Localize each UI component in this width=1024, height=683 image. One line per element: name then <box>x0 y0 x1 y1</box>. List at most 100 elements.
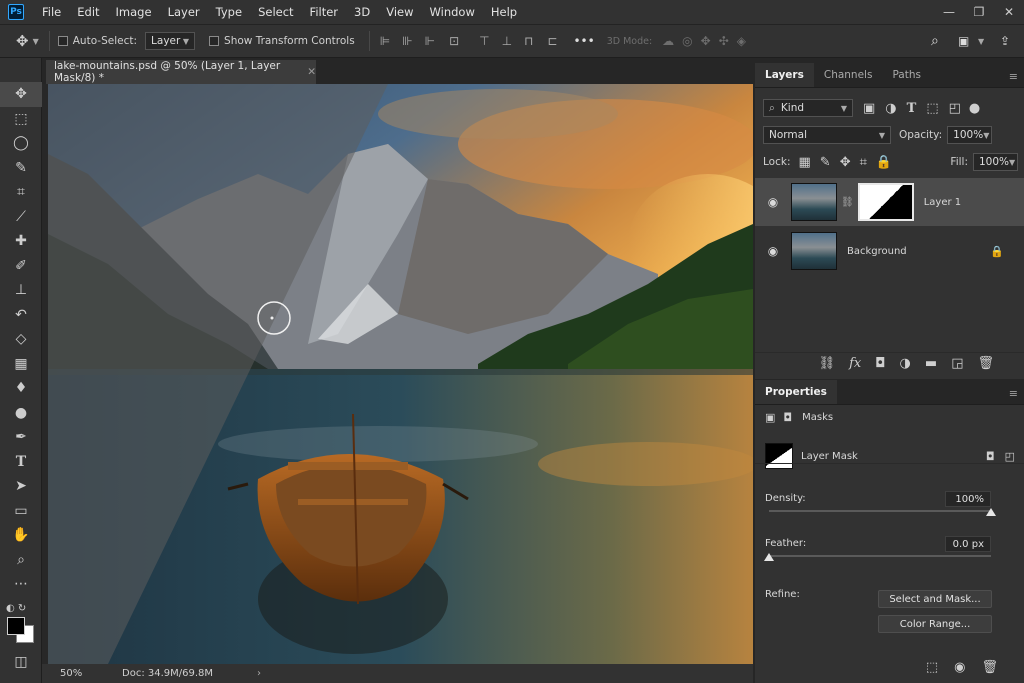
layer-mask-thumbnail[interactable] <box>857 183 914 221</box>
adjustment-layer-icon[interactable]: ◑ <box>900 356 911 371</box>
chevron-down-icon[interactable]: ▼ <box>978 37 984 46</box>
color-range-button[interactable]: Color Range... <box>878 615 992 633</box>
menu-filter[interactable]: Filter <box>302 5 346 19</box>
feather-slider-track[interactable] <box>769 555 991 557</box>
scale-3d-icon[interactable]: ◈ <box>737 34 746 48</box>
align-bottom-icon[interactable]: ⊓ <box>524 34 533 48</box>
select-pixel-mask-icon[interactable]: ◘ <box>986 450 995 463</box>
add-mask-icon[interactable]: ◘ <box>875 356 885 371</box>
marquee-tool-icon[interactable]: ⬚ <box>0 107 42 132</box>
menu-layer[interactable]: Layer <box>160 5 208 19</box>
pen-tool-icon[interactable]: ✒ <box>0 425 42 450</box>
select-and-mask-button[interactable]: Select and Mask... <box>878 590 992 608</box>
eyedropper-tool-icon[interactable]: ⟋ <box>0 205 42 230</box>
new-layer-icon[interactable]: ◲ <box>951 356 963 371</box>
image-filter-icon[interactable]: ▣ <box>863 101 875 116</box>
align-left-icon[interactable]: ⊫ <box>380 34 390 48</box>
pixel-mask-icon[interactable]: ▣ <box>765 411 775 424</box>
menu-select[interactable]: Select <box>250 5 301 19</box>
chevron-down-icon[interactable]: ▼ <box>33 37 39 46</box>
panel-menu-icon[interactable]: ≡ <box>1009 70 1018 83</box>
foreground-color-swatch[interactable] <box>7 617 25 635</box>
tab-channels[interactable]: Channels <box>814 63 883 87</box>
distribute-vertical-icon[interactable]: ⊏ <box>547 34 557 48</box>
add-vector-mask-icon[interactable]: ◰ <box>1005 450 1015 463</box>
lock-artboard-icon[interactable]: ⌗ <box>860 155 867 170</box>
chain-link-icon[interactable]: ⛓ <box>841 197 854 208</box>
shape-filter-icon[interactable]: ⬚ <box>926 101 938 116</box>
menu-edit[interactable]: Edit <box>69 5 107 19</box>
lock-all-icon[interactable]: 🔒 <box>876 155 892 170</box>
delete-layer-icon[interactable]: 🗑 <box>977 356 994 371</box>
history-brush-tool-icon[interactable]: ↶ <box>0 303 42 328</box>
minimize-button[interactable]: — <box>934 0 964 24</box>
quick-mask-icon[interactable]: ◫ <box>0 650 42 675</box>
smart-object-filter-icon[interactable]: ◰ <box>949 101 961 116</box>
gradient-tool-icon[interactable]: ▦ <box>0 352 42 377</box>
layer-style-icon[interactable]: fx <box>849 356 861 371</box>
feather-slider-handle[interactable] <box>764 553 774 561</box>
type-filter-icon[interactable]: T <box>907 101 917 116</box>
dodge-tool-icon[interactable]: ● <box>0 401 42 426</box>
load-selection-icon[interactable]: ⬚ <box>926 660 938 675</box>
roll-3d-icon[interactable]: ◎ <box>682 34 692 48</box>
visibility-eye-icon[interactable]: ◉ <box>765 195 781 209</box>
type-tool-icon[interactable]: T <box>0 450 42 475</box>
opacity-field[interactable]: 100% ▼ <box>947 126 993 144</box>
rectangle-tool-icon[interactable]: ▭ <box>0 499 42 524</box>
menu-window[interactable]: Window <box>422 5 483 19</box>
background-layer-name[interactable]: Background <box>847 246 907 257</box>
image-canvas[interactable] <box>48 84 753 664</box>
align-center-icon[interactable]: ⊪ <box>402 34 412 48</box>
feather-field[interactable]: 0.0 px <box>945 536 991 552</box>
edit-toolbar-icon[interactable]: ⋯ <box>0 572 42 597</box>
more-options-icon[interactable]: ••• <box>573 34 594 48</box>
fill-field[interactable]: 100% ▼ <box>973 153 1018 171</box>
chevron-right-icon[interactable]: › <box>257 668 261 679</box>
menu-view[interactable]: View <box>378 5 421 19</box>
share-icon[interactable]: ⇪ <box>1000 34 1010 48</box>
menu-type[interactable]: Type <box>208 5 250 19</box>
visibility-eye-icon[interactable]: ◉ <box>765 244 781 258</box>
vector-mask-icon[interactable]: ◘ <box>783 411 792 424</box>
blur-tool-icon[interactable]: ♦ <box>0 376 42 401</box>
menu-3d[interactable]: 3D <box>346 5 378 19</box>
zoom-level[interactable]: 50% <box>60 668 110 679</box>
layer-row-background[interactable]: ◉ Background 🔒 <box>755 227 1024 275</box>
lock-transparency-icon[interactable]: ▦ <box>798 155 810 170</box>
layer-1-name[interactable]: Layer 1 <box>924 197 961 208</box>
clone-stamp-tool-icon[interactable]: ⊥ <box>0 278 42 303</box>
filter-kind-dropdown[interactable]: ⌕ Kind ▼ <box>763 99 853 117</box>
document-tab[interactable]: lake-mountains.psd @ 50% (Layer 1, Layer… <box>46 60 316 84</box>
align-top-icon[interactable]: ⊤ <box>479 34 489 48</box>
link-layers-icon[interactable]: ⛓ <box>819 356 836 371</box>
move-tool-icon[interactable]: ✥ <box>0 82 42 107</box>
menu-help[interactable]: Help <box>483 5 525 19</box>
transform-controls-checkbox[interactable] <box>209 36 220 46</box>
quick-select-tool-icon[interactable]: ✎ <box>0 156 42 181</box>
auto-select-checkbox[interactable] <box>57 36 68 46</box>
align-middle-icon[interactable]: ⊥ <box>502 34 512 48</box>
move-tool-preset-icon[interactable]: ✥ <box>16 32 29 50</box>
panel-menu-icon[interactable]: ≡ <box>1009 387 1018 400</box>
menu-image[interactable]: Image <box>108 5 160 19</box>
restore-button[interactable]: ❐ <box>964 0 994 24</box>
crop-tool-icon[interactable]: ⌗ <box>0 180 42 205</box>
slide-3d-icon[interactable]: ✣ <box>719 34 729 48</box>
hand-tool-icon[interactable]: ✋ <box>0 523 42 548</box>
new-group-icon[interactable]: ▬ <box>925 356 937 371</box>
zoom-tool-icon[interactable]: ⌕ <box>0 548 42 573</box>
delete-mask-icon[interactable]: 🗑 <box>981 660 998 675</box>
lock-pixels-icon[interactable]: ✎ <box>820 155 831 170</box>
tab-properties[interactable]: Properties <box>755 380 837 404</box>
lasso-tool-icon[interactable]: ◯ <box>0 131 42 156</box>
auto-select-dropdown[interactable]: Layer ▼ <box>145 32 196 50</box>
orbit-3d-icon[interactable]: ☁ <box>662 34 674 48</box>
distribute-icon[interactable]: ⊡ <box>449 34 459 48</box>
lock-position-icon[interactable]: ✥ <box>840 155 851 170</box>
filter-toggle-icon[interactable]: ● <box>969 101 980 116</box>
align-right-icon[interactable]: ⊩ <box>425 34 435 48</box>
adjustment-filter-icon[interactable]: ◑ <box>885 101 896 116</box>
canvas-area[interactable] <box>42 84 753 664</box>
workspace-icon[interactable]: ▣ <box>958 34 969 48</box>
